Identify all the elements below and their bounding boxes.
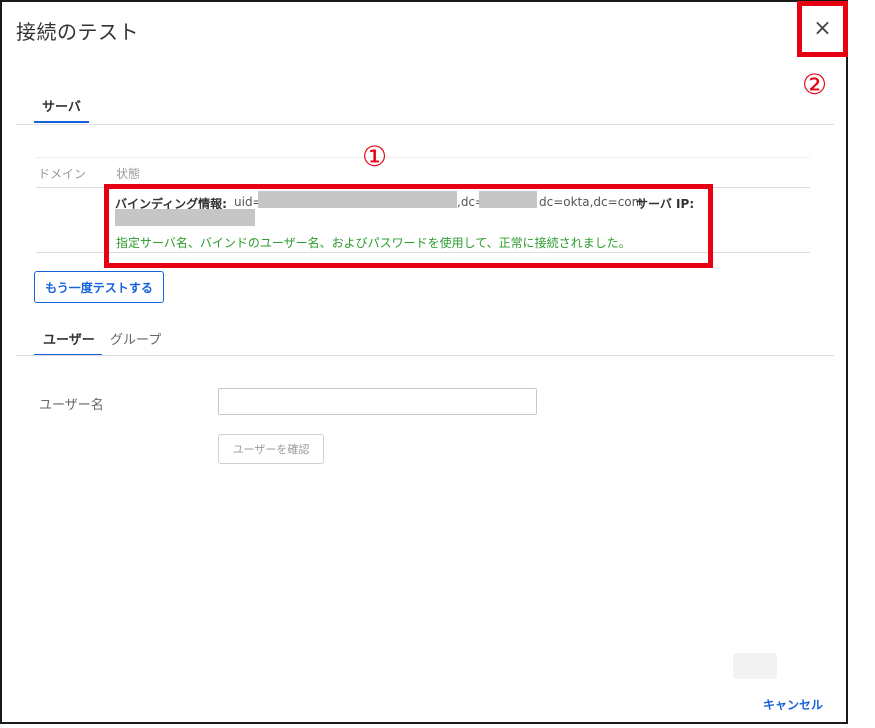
username-label: ユーザー名 xyxy=(39,398,104,413)
column-header-domain: ドメイン xyxy=(38,167,87,181)
test-connection-dialog: 接続のテスト サーバ ドメイン 状態 バインディング情報: uid= ,dc= … xyxy=(0,0,848,724)
confirm-user-button: ユーザーを確認 xyxy=(218,434,324,464)
subtabs-divider xyxy=(16,355,834,356)
close-icon[interactable]: × xyxy=(813,18,831,40)
disabled-action-button xyxy=(733,653,777,679)
table-top-divider xyxy=(36,157,810,158)
tabs-divider xyxy=(16,124,834,125)
username-input[interactable] xyxy=(218,388,537,415)
tab-server[interactable]: サーバ xyxy=(42,96,81,115)
tab-server-underline xyxy=(34,121,89,123)
annotation-marker-1: ① xyxy=(362,140,388,173)
annotation-marker-2: ② xyxy=(802,68,828,101)
tab-group[interactable]: グループ xyxy=(110,329,161,348)
tab-user[interactable]: ユーザー xyxy=(43,329,95,348)
close-button-highlight[interactable]: × xyxy=(797,1,848,57)
column-header-status: 状態 xyxy=(116,167,141,181)
retest-button[interactable]: もう一度テストする xyxy=(34,271,164,303)
dialog-title: 接続のテスト xyxy=(16,20,139,44)
cancel-button[interactable]: キャンセル xyxy=(763,696,823,713)
highlight-result-box xyxy=(104,184,713,268)
